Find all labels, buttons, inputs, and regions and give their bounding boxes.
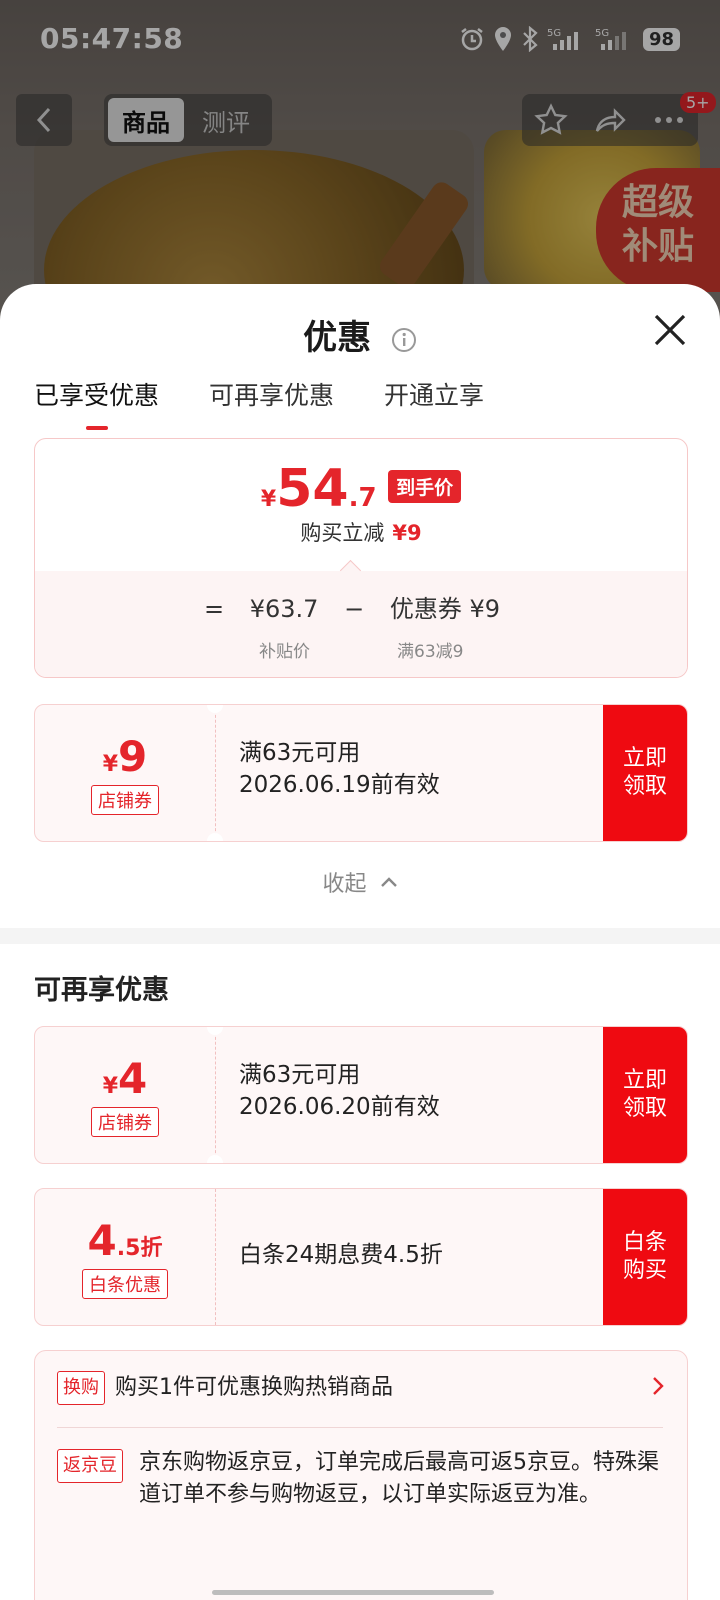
coupon-condition: 满63元可用 [239, 1062, 361, 1088]
price-currency: ¥ [260, 487, 277, 512]
baitiao-buy-button[interactable]: 白条购买 [603, 1189, 687, 1325]
coupon-card: ¥9 店铺券 满63元可用 2026.06.19前有效 立即领取 [34, 704, 688, 842]
price-integer: 54 [276, 459, 349, 519]
claim-button-label: 立即领取 [622, 1068, 667, 1121]
collapse-toggle[interactable]: 收起 [0, 866, 720, 898]
baitiao-offer-card: 4.5折 白条优惠 白条24期息费4.5折 白条购买 [34, 1188, 688, 1326]
claim-coupon-button[interactable]: 立即领取 [603, 705, 687, 841]
purchase-reduction: 购买立减 ¥9 [35, 517, 687, 547]
tab-activate[interactable]: 开通立享 [384, 376, 484, 412]
price-calculation: = ¥63.7 − 优惠券 ¥9 [35, 589, 687, 624]
coupon-type-badge: 店铺券 [91, 1106, 159, 1137]
discount-suffix: .5折 [116, 1235, 163, 1261]
price-summary-card: ¥54.7 到手价 购买立减 ¥9 = ¥63.7 − 优惠券 ¥9 补贴价 满6… [34, 438, 688, 678]
coupon-deduction: 优惠券 ¥9 [389, 595, 501, 623]
close-icon[interactable] [650, 310, 690, 350]
coupon-validity: 2026.06.19前有效 [239, 772, 440, 798]
chevron-right-icon[interactable] [651, 1375, 665, 1397]
baitiao-discount: 4.5折 [88, 1216, 163, 1265]
reduction-label: 购买立减 [300, 521, 385, 545]
coupon-currency: ¥ [102, 1073, 119, 1099]
minus-sign: − [344, 595, 365, 623]
coupon-type-badge: 店铺券 [91, 784, 159, 815]
baitiao-button-label: 白条购买 [622, 1230, 667, 1283]
price-decimal: .7 [348, 483, 377, 513]
exchange-row[interactable]: 换购 购买1件可优惠换购热销商品 [57, 1371, 657, 1405]
coupon-currency: ¥ [102, 751, 119, 777]
coupon-card: ¥4 店铺券 满63元可用 2026.06.20前有效 立即领取 [34, 1026, 688, 1164]
collapse-label: 收起 [322, 872, 367, 897]
reduction-value: ¥9 [392, 521, 422, 545]
subsidy-price: ¥63.7 [249, 595, 319, 623]
info-icon[interactable] [391, 327, 417, 353]
coupon-amount: ¥4 [103, 1054, 148, 1103]
tab-more-available[interactable]: 可再享优惠 [209, 376, 334, 412]
coupon-details: 满63元可用 2026.06.20前有效 [239, 1059, 579, 1123]
offer-description: 白条24期息费4.5折 [239, 1242, 443, 1268]
coupon-validity: 2026.06.20前有效 [239, 1094, 440, 1120]
claim-coupon-button[interactable]: 立即领取 [603, 1027, 687, 1163]
coupon-condition-label: 满63减9 [397, 642, 464, 662]
tab-enjoyed[interactable]: 已享受优惠 [34, 376, 159, 430]
final-price: ¥54.7 到手价 [35, 459, 687, 519]
discount-tabs: 已享受优惠 可再享优惠 开通立享 [34, 376, 484, 430]
section-title-more: 可再享优惠 [34, 975, 169, 1006]
offer-type-badge: 白条优惠 [82, 1268, 168, 1299]
coupon-value: 9 [118, 731, 148, 781]
exchange-tag: 换购 [57, 1371, 105, 1405]
coupon-amount: ¥9 [103, 732, 148, 781]
chevron-up-icon [380, 877, 397, 887]
sheet-title-row: 优惠 [0, 310, 720, 359]
bean-text: 京东购物返京豆，订单完成后最高可返5京豆。特殊渠道订单不参与购物返豆，以订单实际… [139, 1450, 659, 1507]
bean-tag: 返京豆 [57, 1449, 123, 1483]
discount-value: 4 [87, 1215, 117, 1265]
exchange-text: 购买1件可优惠换购热销商品 [115, 1375, 393, 1400]
sheet-title: 优惠 [303, 318, 372, 358]
equals-sign: = [203, 595, 225, 623]
claim-button-label: 立即领取 [622, 746, 667, 799]
extra-benefits-card: 换购 购买1件可优惠换购热销商品 返京豆 京东购物返京豆，订单完成后最高可返5京豆… [34, 1350, 688, 1600]
coupon-condition: 满63元可用 [239, 740, 361, 766]
discount-sheet: 优惠 已享受优惠 可再享优惠 开通立享 ¥54.7 到手价 购买立减 ¥9 = ¥… [0, 284, 720, 1600]
coupon-details: 满63元可用 2026.06.19前有效 [239, 737, 579, 801]
home-indicator[interactable] [212, 1590, 494, 1595]
bean-row: 返京豆 京东购物返京豆，订单完成后最高可返5京豆。特殊渠道订单不参与购物返豆，以… [57, 1447, 659, 1511]
coupon-value: 4 [118, 1053, 148, 1103]
final-price-tag: 到手价 [388, 470, 462, 503]
section-divider [0, 928, 720, 944]
subsidy-price-label: 补贴价 [259, 642, 310, 662]
